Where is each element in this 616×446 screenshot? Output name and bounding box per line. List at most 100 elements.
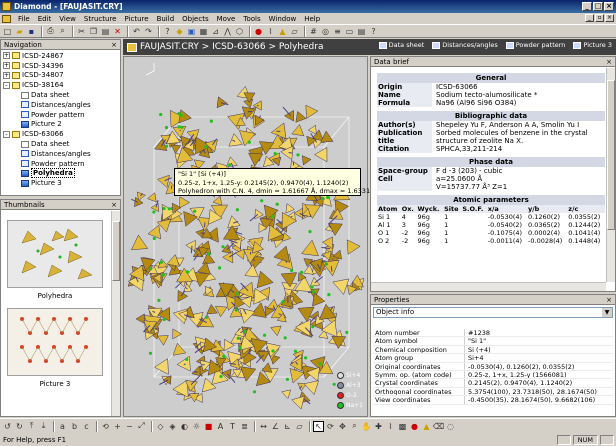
print-preview-icon[interactable]: ⌕ bbox=[57, 26, 68, 37]
property-row[interactable]: View coordinates -0.4500(35), 28.1674(50)… bbox=[373, 396, 613, 405]
menu-structure[interactable]: Structure bbox=[80, 15, 121, 23]
cut-icon[interactable]: ✂ bbox=[76, 26, 87, 37]
hand-tool-icon[interactable]: ✋ bbox=[361, 421, 372, 432]
rotate-tool-icon[interactable]: ⟳ bbox=[325, 421, 336, 432]
view-c-icon[interactable]: c bbox=[81, 421, 92, 432]
tab-distances-angles[interactable]: Distances/angles bbox=[430, 41, 499, 49]
labels-icon[interactable]: A bbox=[215, 421, 226, 432]
rotate-down-icon[interactable]: ⤓ bbox=[38, 421, 49, 432]
menu-build[interactable]: Build bbox=[153, 15, 179, 23]
move-tool-icon[interactable]: ✥ bbox=[337, 421, 348, 432]
property-row[interactable]: Atom symbol "Si 1" bbox=[373, 337, 613, 346]
view-b-icon[interactable]: b bbox=[69, 421, 80, 432]
select-arrow-icon[interactable]: ↖ bbox=[313, 420, 324, 432]
menu-file[interactable]: File bbox=[14, 15, 34, 23]
expand-icon[interactable]: + bbox=[3, 62, 10, 70]
menu-edit[interactable]: Edit bbox=[34, 15, 56, 23]
new-file-icon[interactable]: □ bbox=[2, 26, 13, 37]
options-icon[interactable]: ≡ bbox=[332, 26, 343, 37]
tree-item[interactable]: Picture 2 bbox=[1, 120, 120, 130]
expand-icon[interactable]: + bbox=[3, 52, 10, 60]
tree-item[interactable]: Data sheet bbox=[1, 139, 120, 149]
polyhedron-tool-icon[interactable]: ▲ bbox=[421, 421, 432, 432]
data-brief-close-icon[interactable]: × bbox=[606, 57, 612, 67]
tree-item[interactable]: Distances/angles bbox=[1, 100, 120, 110]
tree-item[interactable]: Polyhedra bbox=[1, 168, 120, 179]
copy-icon[interactable]: ❐ bbox=[88, 26, 99, 37]
view-a-icon[interactable]: a bbox=[57, 421, 68, 432]
powder-pattern-icon[interactable]: ⋀ bbox=[222, 26, 233, 37]
tree-item[interactable]: + ICSD-34396 bbox=[1, 61, 120, 71]
depth-cue-icon[interactable]: ◐ bbox=[179, 421, 190, 432]
thumbnails-close-icon[interactable]: × bbox=[111, 200, 117, 210]
chevron-down-icon[interactable]: ▼ bbox=[602, 308, 612, 317]
document-menu-icon[interactable] bbox=[2, 14, 11, 23]
measure-distance-icon[interactable]: ↔ bbox=[258, 421, 269, 432]
stereo-icon[interactable]: ◈ bbox=[167, 421, 178, 432]
menu-picture[interactable]: Picture bbox=[120, 15, 152, 23]
collapse-icon[interactable]: - bbox=[3, 130, 10, 138]
save-icon[interactable]: ▪ bbox=[26, 26, 37, 37]
picture-icon[interactable]: ▣ bbox=[186, 26, 197, 37]
property-row[interactable]: Atom group Si+4 bbox=[373, 354, 613, 363]
measure-angle-icon[interactable]: ∠ bbox=[270, 421, 281, 432]
tree-item[interactable]: Powder pattern bbox=[1, 159, 120, 169]
connect-tool-icon[interactable]: ⌇ bbox=[385, 421, 396, 432]
text-icon[interactable]: T bbox=[227, 421, 238, 432]
menu-window[interactable]: Window bbox=[265, 15, 301, 23]
object-info-select[interactable]: Object info ▼ bbox=[373, 307, 613, 318]
thumbnails-scrollbar[interactable] bbox=[111, 211, 120, 416]
tab-picture-3[interactable]: Picture 3 bbox=[571, 41, 614, 49]
property-row[interactable]: Atom number #1238 bbox=[373, 329, 613, 338]
fit-icon[interactable]: ⤢ bbox=[136, 421, 147, 432]
help-pointer-icon[interactable]: ? bbox=[162, 26, 173, 37]
properties-close-icon[interactable]: × bbox=[606, 295, 612, 305]
planes-icon[interactable]: ▱ bbox=[289, 26, 300, 37]
tab-powder-pattern[interactable]: Powder pattern bbox=[504, 41, 568, 49]
rotate-up-icon[interactable]: ⤒ bbox=[26, 421, 37, 432]
color-icon[interactable]: ■ bbox=[203, 421, 214, 432]
data-brief-vscrollbar[interactable] bbox=[606, 68, 615, 282]
undo-icon[interactable]: ↶ bbox=[131, 26, 142, 37]
erase-tool-icon[interactable]: ⌫ bbox=[433, 421, 444, 432]
cell-icon[interactable]: ⬡ bbox=[234, 26, 245, 37]
data-brief-hscrollbar[interactable] bbox=[371, 282, 606, 291]
distances-icon[interactable]: ⊿ bbox=[210, 26, 221, 37]
paste-icon[interactable]: ▤ bbox=[100, 26, 111, 37]
property-row[interactable]: Chemical composition Si (+4) bbox=[373, 345, 613, 355]
delete-icon[interactable]: ✕ bbox=[112, 26, 123, 37]
tree-item[interactable]: - ICSD-38164 bbox=[1, 80, 120, 90]
tree-item[interactable]: Powder pattern bbox=[1, 110, 120, 120]
light-icon[interactable]: ☼ bbox=[191, 421, 202, 432]
plane-icon[interactable]: ▱ bbox=[294, 421, 305, 432]
screen-icon[interactable]: ▭ bbox=[344, 26, 355, 37]
data-sheet-icon[interactable]: ▦ bbox=[198, 26, 209, 37]
tree-item[interactable]: - ICSD-63066 bbox=[1, 129, 120, 139]
structure-viewport[interactable]: Si+4 Al+3 O-2 Na+1 bbox=[123, 56, 368, 417]
fill-tool-icon[interactable]: ▩ bbox=[397, 421, 408, 432]
tab-data-sheet[interactable]: Data sheet bbox=[377, 41, 427, 49]
property-row[interactable]: Symm. op. (atom code) 0.25-z, 1+x, 1.25-y… bbox=[373, 370, 613, 380]
view-icon[interactable]: ◎ bbox=[320, 26, 331, 37]
doc-close-button[interactable]: × bbox=[605, 14, 614, 22]
rotate-right-icon[interactable]: ↻ bbox=[14, 421, 25, 432]
redo-icon[interactable]: ↷ bbox=[143, 26, 154, 37]
property-row[interactable]: Crystal coordinates 0.2145(2), 0.9470(4),… bbox=[373, 379, 613, 388]
grid-icon[interactable]: # bbox=[308, 26, 319, 37]
zoom-out-icon[interactable]: − bbox=[124, 421, 135, 432]
polyhedra-icon[interactable]: ▲ bbox=[277, 26, 288, 37]
structure-icon[interactable]: ◆ bbox=[174, 26, 185, 37]
tree-item[interactable]: Picture 3 bbox=[1, 178, 120, 188]
bonds-icon[interactable]: ⌇ bbox=[265, 26, 276, 37]
tree-item[interactable]: + ICSD-34807 bbox=[1, 71, 120, 81]
doc-restore-button[interactable]: ▫ bbox=[595, 14, 604, 22]
menu-view[interactable]: View bbox=[55, 15, 80, 23]
torsion-icon[interactable]: ⊾ bbox=[282, 421, 293, 432]
menu-help[interactable]: Help bbox=[300, 15, 324, 23]
reset-view-icon[interactable]: ⟲ bbox=[100, 421, 111, 432]
property-row[interactable]: Original coordinates -0.0530(4), 0.1260(2… bbox=[373, 362, 613, 371]
tree-item[interactable]: Data sheet bbox=[1, 90, 120, 100]
close-button[interactable]: × bbox=[604, 2, 614, 11]
menu-move[interactable]: Move bbox=[213, 15, 240, 23]
open-folder-icon[interactable]: ▰ bbox=[14, 26, 25, 37]
